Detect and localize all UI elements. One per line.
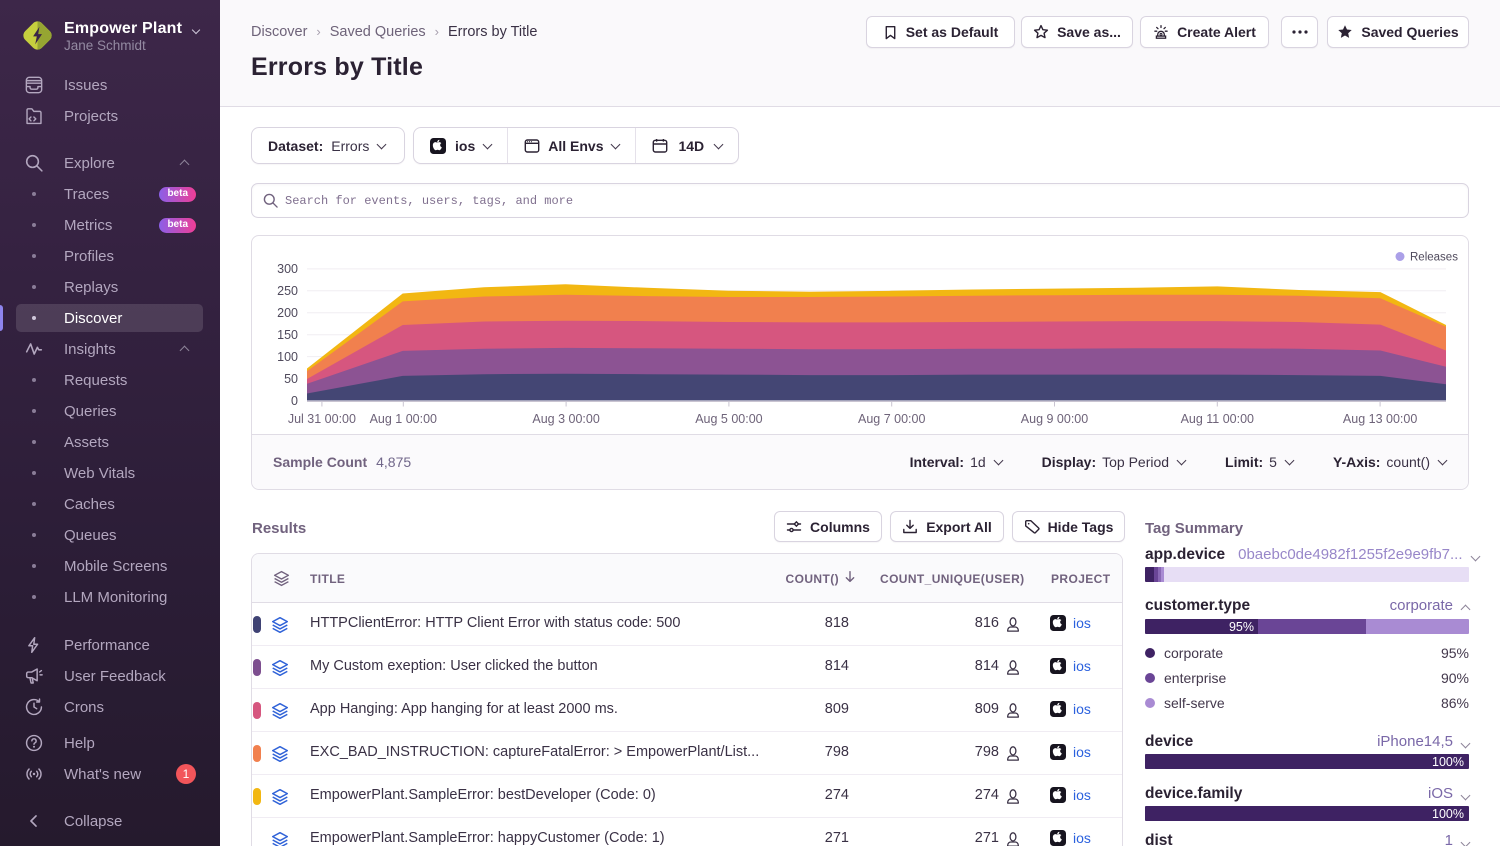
svg-text:Aug 3 00:00: Aug 3 00:00 [532,412,599,426]
svg-text:150: 150 [277,328,298,342]
svg-text:Aug 7 00:00: Aug 7 00:00 [858,412,925,426]
svg-text:Aug 5 00:00: Aug 5 00:00 [695,412,762,426]
svg-text:Releases: Releases [1410,252,1458,264]
svg-text:100: 100 [277,350,298,364]
svg-text:Aug 9 00:00: Aug 9 00:00 [1021,412,1088,426]
svg-text:Aug 1 00:00: Aug 1 00:00 [370,412,437,426]
svg-text:Aug 13 00:00: Aug 13 00:00 [1343,412,1417,426]
svg-text:50: 50 [284,372,298,386]
svg-text:Aug 11 00:00: Aug 11 00:00 [1181,412,1254,426]
svg-text:250: 250 [277,284,298,298]
svg-text:300: 300 [277,262,298,276]
svg-text:200: 200 [277,306,298,320]
svg-text:0: 0 [291,394,298,408]
svg-text:Jul 31 00:00: Jul 31 00:00 [288,412,356,426]
